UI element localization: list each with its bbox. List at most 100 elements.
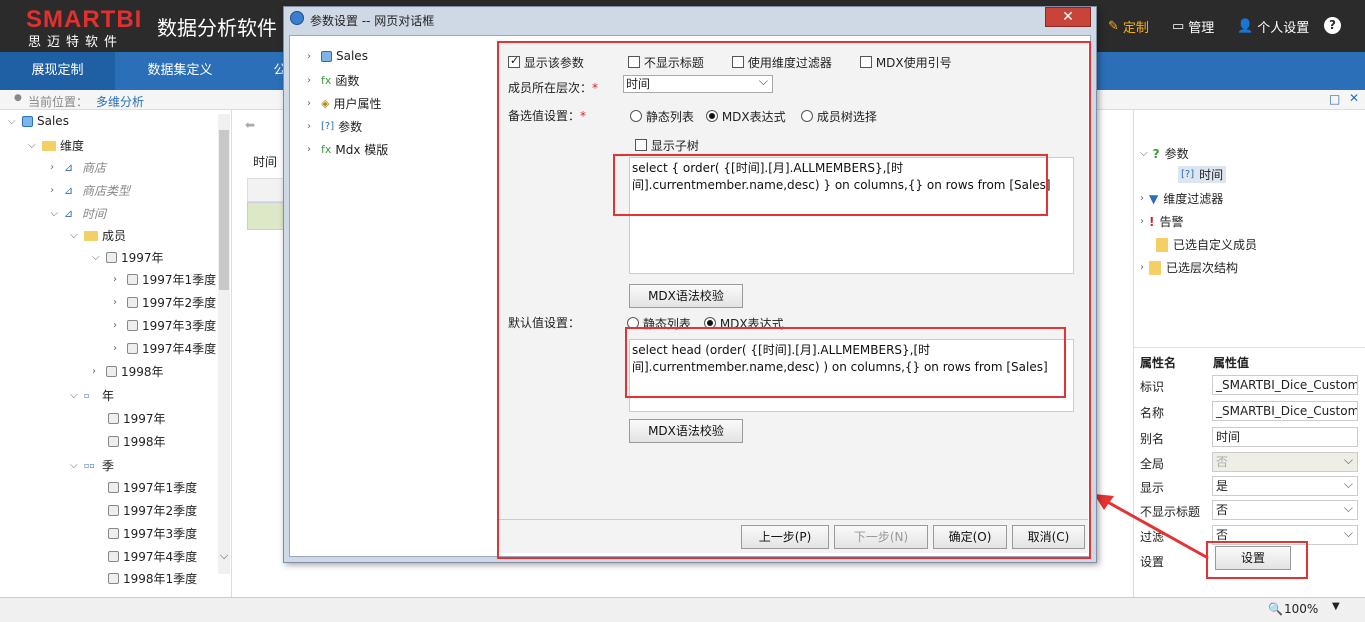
level-icon: ▫▫ — [84, 461, 95, 470]
breadcrumb-prefix: 当前位置： — [28, 95, 89, 109]
rtree-alert[interactable]: ›! 告警 — [1140, 213, 1184, 230]
divider — [1134, 347, 1365, 348]
candidate-mdx-textarea[interactable]: select { order( {[时间].[月].ALLMEMBERS},[时… — [629, 157, 1074, 274]
zoom-dropdown-icon[interactable]: ▼ — [1332, 601, 1340, 612]
tree-node-q-1997q1[interactable]: 1997年1季度 — [108, 479, 197, 496]
prop-value-filter[interactable]: 否 — [1212, 525, 1358, 545]
dlg-tree-mdx-template[interactable]: › fx Mdx 模版 — [307, 141, 388, 158]
prop-value-alias[interactable]: 时间 — [1212, 427, 1358, 447]
zoom-icon: 🔍 — [1268, 602, 1283, 616]
rtree-dim-filter[interactable]: › ▼ 维度过滤器 — [1140, 190, 1223, 207]
close-icon[interactable]: ✕ — [1349, 91, 1359, 105]
radio-selected-icon — [706, 110, 718, 122]
member-icon — [127, 274, 138, 285]
left-scrollbar-thumb[interactable] — [219, 130, 229, 290]
dlg-tree-sales[interactable]: › Sales — [307, 49, 368, 63]
location-icon: ● — [14, 93, 22, 103]
radio-candidate-tree[interactable]: 成员树选择 — [801, 108, 877, 125]
tree-node-q-1998q1[interactable]: 1998年1季度 — [108, 570, 197, 587]
nav-personal-label: 个人设置 — [1257, 21, 1310, 36]
prop-value-hide-title[interactable]: 否 — [1212, 500, 1358, 520]
check-show-subtree[interactable]: 显示子树 — [635, 137, 699, 154]
folder-icon — [1156, 237, 1168, 252]
folder-icon — [42, 140, 56, 151]
tree-node-q-1997q4[interactable]: 1997年4季度 — [108, 548, 197, 565]
zoom-level[interactable]: 100% — [1284, 602, 1318, 616]
dialog-close-button[interactable]: ✕ — [1045, 7, 1091, 27]
radio-candidate-mdx[interactable]: MDX表达式 — [706, 108, 786, 125]
tree-node-1997q3[interactable]: › 1997年3季度 — [113, 317, 216, 334]
radio-default-static[interactable]: 静态列表 — [627, 315, 691, 332]
default-validate-button[interactable]: MDX语法校验 — [629, 419, 743, 443]
prop-header-value: 属性值 — [1213, 356, 1250, 370]
folder-icon — [1149, 260, 1161, 275]
tree-node-store[interactable]: › ⊿ 商店 — [50, 159, 106, 176]
level-icon: ▫ — [84, 391, 90, 400]
dialog-form: 显示该参数 不显示标题 使用维度过滤器 MDX使用引号 成员所在层次：* 时间 … — [497, 41, 1088, 553]
member-icon — [108, 528, 119, 539]
check-use-dim-filter[interactable]: 使用维度过滤器 — [732, 54, 832, 71]
breadcrumb-current[interactable]: 多维分析 — [96, 93, 144, 110]
level-select[interactable]: 时间 — [623, 73, 773, 93]
default-mdx-textarea[interactable]: select head (order( {[时间].[月].ALLMEMBERS… — [629, 339, 1074, 412]
prop-name-id: 标识 — [1140, 380, 1165, 394]
footer-divider — [497, 519, 1088, 520]
report-area: ⬅ 时间 — [233, 110, 285, 597]
tree-node-1997[interactable]: ⌵ 1997年 — [92, 249, 164, 266]
dlg-tree-functions[interactable]: › fx 函数 — [307, 72, 359, 89]
tree-node-year-1997[interactable]: 1997年 — [108, 410, 166, 427]
member-icon — [108, 573, 119, 584]
candidate-validate-button[interactable]: MDX语法校验 — [629, 284, 743, 308]
rtree-custom-members[interactable]: 已选自定义成员 — [1156, 236, 1257, 253]
tree-node-1997q4[interactable]: › 1997年4季度 — [113, 340, 216, 357]
settings-button[interactable]: 设置 — [1215, 546, 1291, 570]
tree-node-dimension[interactable]: ⌵ 维度 — [28, 137, 84, 154]
arrow-left-icon[interactable]: ⬅ — [245, 118, 255, 132]
prop-value-name[interactable]: _SMARTBI_Dice_Custom — [1212, 401, 1358, 421]
radio-default-mdx[interactable]: MDX表达式 — [704, 315, 784, 332]
dialog-titlebar[interactable]: 参数设置 -- 网页对话框 ✕ — [284, 7, 1096, 33]
nav-personal-settings[interactable]: 👤 个人设置 — [1237, 17, 1309, 36]
prop-value-id[interactable]: _SMARTBI_Dice_Custom — [1212, 375, 1358, 395]
tab-dataset-define[interactable]: 数据集定义 — [115, 52, 245, 90]
tree-node-q-1997q2[interactable]: 1997年2季度 — [108, 502, 197, 519]
tree-node-level-quarter[interactable]: ⌵ ▫▫ 季 — [70, 457, 114, 474]
tree-node-sales[interactable]: ⌵ Sales — [8, 114, 69, 128]
rtree-hierarchy[interactable]: › 已选层次结构 — [1140, 259, 1238, 276]
nav-customize[interactable]: ✎ 定制 — [1108, 17, 1149, 36]
tree-node-1997q1[interactable]: › 1997年1季度 — [113, 271, 216, 288]
maximize-icon[interactable]: □ — [1329, 92, 1340, 106]
tree-node-year-1998[interactable]: 1998年 — [108, 433, 166, 450]
check-hide-title[interactable]: 不显示标题 — [628, 54, 704, 71]
check-show-param[interactable]: 显示该参数 — [508, 54, 584, 71]
grid-header-cell — [247, 178, 285, 202]
tree-node-store-type[interactable]: › ⊿ 商店类型 — [50, 182, 130, 199]
radio-candidate-static[interactable]: 静态列表 — [630, 108, 694, 125]
template-icon: fx — [321, 143, 332, 156]
tab-report-custom[interactable]: 展现定制 — [0, 52, 115, 90]
rtree-params[interactable]: ⌵? 参数 — [1140, 145, 1189, 162]
tree-node-1998[interactable]: › 1998年 — [92, 363, 164, 380]
filter-icon: ▼ — [1149, 191, 1159, 206]
scroll-down-icon[interactable]: ⌵ — [218, 549, 230, 563]
check-mdx-quote[interactable]: MDX使用引号 — [860, 54, 952, 71]
ie-icon — [290, 11, 304, 25]
dlg-tree-params[interactable]: › [?] 参数 — [307, 118, 362, 135]
ok-button[interactable]: 确定(O) — [933, 525, 1007, 549]
dlg-tree-user-attrs[interactable]: › ◈ 用户属性 — [307, 95, 381, 112]
tree-node-level-year[interactable]: ⌵ ▫ 年 — [70, 387, 114, 404]
nav-manage[interactable]: ▭ 管理 — [1172, 17, 1214, 36]
radio-selected-icon — [704, 317, 716, 329]
question-icon[interactable]: ? — [1324, 17, 1341, 34]
prev-button[interactable]: 上一步(P) — [741, 525, 829, 549]
checkbox-icon — [635, 139, 647, 151]
tree-node-1997q2[interactable]: › 1997年2季度 — [113, 294, 216, 311]
logo: SMARTBI — [26, 6, 143, 33]
tree-node-q-1997q3[interactable]: 1997年3季度 — [108, 525, 197, 542]
cancel-button[interactable]: 取消(C) — [1012, 525, 1085, 549]
next-button: 下一步(N) — [834, 525, 928, 549]
prop-value-display[interactable]: 是 — [1212, 476, 1358, 496]
tree-node-members[interactable]: ⌵ 成员 — [70, 227, 126, 244]
tree-node-time[interactable]: ⌵ ⊿ 时间 — [50, 205, 106, 222]
rtree-time[interactable]: [?] 时间 — [1178, 166, 1227, 183]
